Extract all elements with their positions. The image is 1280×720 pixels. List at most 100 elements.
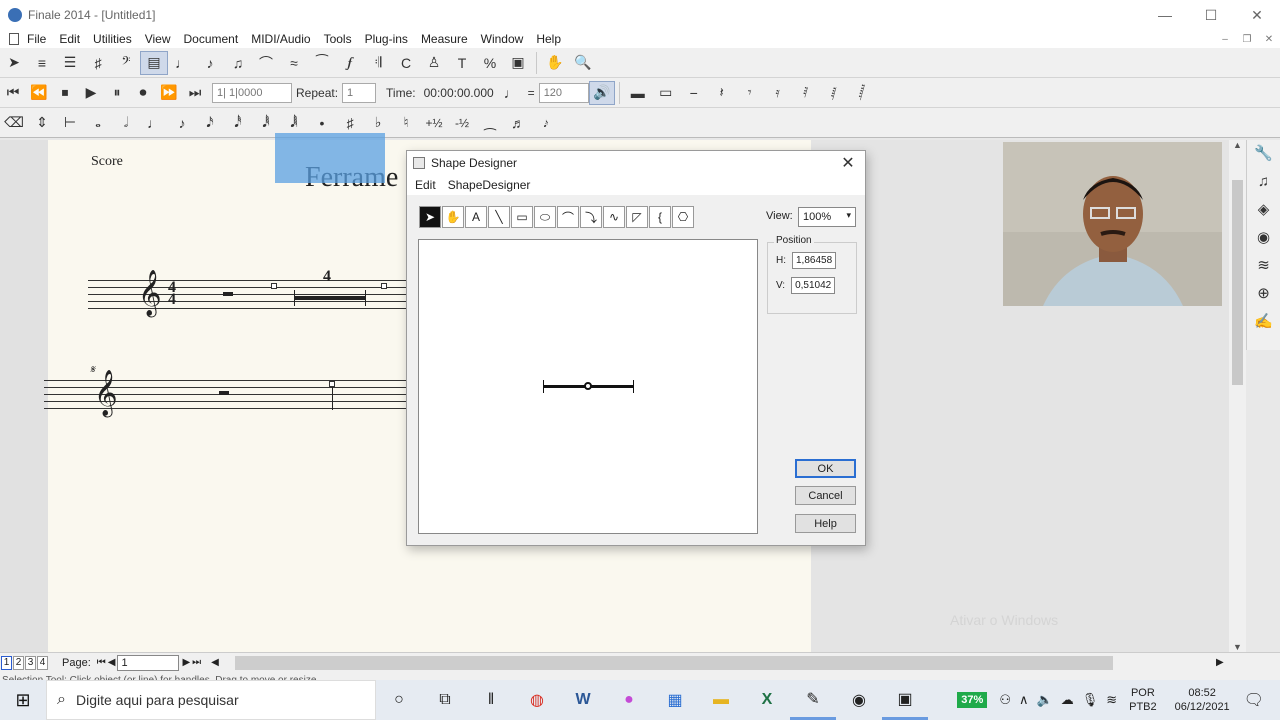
bracket-icon[interactable]: { — [649, 206, 671, 228]
fast-forward-icon[interactable]: ⏩ — [156, 81, 182, 105]
taskbar-search-box[interactable]: ⌕ Digite aqui para pesquisar — [46, 680, 376, 720]
layer-1-tab[interactable]: 1 — [1, 655, 12, 670]
whole-note-icon[interactable]: 𝅝 — [84, 111, 112, 135]
help-button[interactable]: Help — [795, 514, 856, 533]
horizontal-scroll-thumb[interactable] — [235, 656, 1113, 670]
view-zoom-select[interactable]: 100% ▾ — [798, 207, 856, 227]
people-icon[interactable]: ⚇ — [999, 692, 1011, 708]
half-rest-mark[interactable] — [223, 292, 233, 296]
chrome-icon[interactable]: ◍ — [514, 680, 560, 720]
rewind-icon[interactable]: ⏪ — [26, 81, 52, 105]
time-signature-tool-icon[interactable]: ▤ — [140, 50, 168, 75]
scroll-right-icon[interactable]: ▶ — [1216, 657, 1224, 668]
menu-document[interactable]: Document — [184, 32, 239, 46]
mdi-close-icon[interactable]: ✕ — [1258, 30, 1280, 48]
rest-icon[interactable]: − — [680, 81, 708, 105]
layer-4-tab[interactable]: 4 — [37, 655, 48, 670]
selection-handle-right[interactable] — [381, 283, 387, 289]
file-explorer-icon[interactable]: ▬ — [698, 680, 744, 720]
measure-selection-highlight[interactable] — [275, 133, 385, 183]
zoom-icon[interactable]: 🔍 — [569, 51, 597, 75]
minimize-icon[interactable]: — — [1142, 0, 1188, 30]
flip-stem-icon[interactable]: ⇕ — [28, 111, 56, 135]
menu-measure[interactable]: Measure — [421, 32, 468, 46]
document-icon[interactable] — [9, 33, 19, 45]
slash-grace-note-icon[interactable]: 𝆔 — [532, 111, 560, 135]
selection-handle-left[interactable] — [271, 283, 277, 289]
v-position-field[interactable]: 0,51042 — [791, 277, 836, 294]
page-number-input[interactable]: 1 — [117, 654, 180, 671]
scroll-down-icon[interactable]: ▼ — [1229, 642, 1246, 652]
forward-to-end-icon[interactable]: ⏭ — [182, 81, 208, 105]
language-indicator[interactable]: POR PTB2 — [1129, 686, 1157, 714]
mdi-restore-icon[interactable]: ❐ — [1236, 30, 1258, 48]
staff-styles-icon[interactable]: ≋ — [1247, 252, 1280, 280]
vertical-scrollbar[interactable]: ▲ ▼ — [1229, 140, 1246, 652]
multimeasure-rest-bar[interactable] — [294, 296, 366, 300]
excel-icon[interactable]: X — [744, 680, 790, 720]
play-icon[interactable]: ▶ — [78, 81, 104, 105]
half-rest-mark-staff-2[interactable] — [219, 391, 229, 395]
next-page-icon[interactable]: ▶ — [182, 657, 190, 668]
graphics-tool-icon[interactable]: ◉ — [1247, 224, 1280, 252]
repeat-select[interactable]: 1 — [342, 82, 377, 103]
menu-view[interactable]: View — [145, 32, 171, 46]
sixteenth-rest-icon[interactable]: 𝄿 — [764, 81, 792, 105]
arc-icon[interactable]: ⌒ — [557, 206, 579, 228]
maximize-icon[interactable]: ☐ — [1188, 0, 1234, 30]
cloud-icon[interactable]: ☁ — [1061, 692, 1074, 708]
key-signature-tool-icon[interactable]: ♯ — [84, 51, 112, 75]
rectangle-icon[interactable]: ▭ — [511, 206, 533, 228]
chord-tool-icon[interactable]: C — [392, 51, 420, 75]
arrow-select-icon[interactable]: ➤ — [419, 206, 441, 228]
hand-grabber-icon[interactable]: ✋ — [541, 51, 569, 75]
wrench-icon[interactable]: 🔧 — [1247, 140, 1280, 168]
hundred-twenty-eighth-rest-icon[interactable]: 𝅂 — [848, 81, 876, 105]
sixty-fourth-rest-icon[interactable]: 𝅁 — [820, 81, 848, 105]
sixteenth-note-icon[interactable]: 𝅘𝅥𝅯 — [196, 111, 224, 135]
barline-handle[interactable] — [329, 381, 335, 387]
line-icon[interactable]: ╲ — [488, 206, 510, 228]
lyrics-special-icon[interactable]: ✍ — [1247, 308, 1280, 336]
speaker-icon[interactable]: 🔊 — [588, 80, 615, 105]
menu-help[interactable]: Help — [536, 32, 561, 46]
tuplet-icon[interactable]: ⊢ — [56, 111, 84, 135]
rewind-to-start-icon[interactable]: ⏮ — [0, 81, 26, 105]
record-icon[interactable]: ⏺ — [130, 81, 156, 105]
shape-canvas[interactable] — [418, 239, 758, 534]
scroll-left-icon[interactable]: ◀ — [211, 657, 219, 668]
tie-icon[interactable]: ⁔ — [476, 111, 504, 135]
resize-tool-icon[interactable]: % — [476, 51, 504, 75]
articulation-tool-icon[interactable]: ⁀ — [308, 51, 336, 75]
treble-clef-staff-1[interactable]: 𝄞 — [138, 270, 162, 316]
selection-tool-icon[interactable]: ➤ — [0, 51, 28, 75]
windows-start-icon[interactable]: ⊞ — [0, 680, 46, 720]
ellipse-icon[interactable]: ⬭ — [534, 206, 556, 228]
clef-tool-icon[interactable]: 𝄢 — [112, 51, 140, 75]
microphone-icon[interactable]: 🎙 — [1082, 692, 1099, 708]
treble-clef-staff-2[interactable]: 𝄞 — [94, 370, 118, 416]
grace-note-icon[interactable]: ♬ — [504, 111, 532, 135]
menu-plug-ins[interactable]: Plug-ins — [365, 32, 408, 46]
pause-icon[interactable]: ⏸ — [104, 81, 130, 105]
last-page-icon[interactable]: ⏭ — [192, 657, 201, 668]
speedy-entry-tool-icon[interactable]: ♪ — [196, 51, 224, 75]
first-page-icon[interactable]: ⏮ — [97, 657, 106, 668]
slur-icon[interactable]: ⎔ — [672, 206, 694, 228]
eighth-rest-icon[interactable]: 𝄾 — [736, 81, 764, 105]
calculator-icon[interactable]: ▦ — [652, 680, 698, 720]
whole-rest-icon[interactable]: ▬ — [624, 81, 652, 105]
repeat-tool-icon[interactable]: 𝄇 — [364, 51, 392, 75]
menu-window[interactable]: Window — [481, 32, 524, 46]
quarter-note-icon[interactable]: ♩ — [140, 111, 168, 135]
lyrics-tool-icon[interactable]: ♙ — [420, 51, 448, 75]
shape-designer-taskbar-icon[interactable]: ▣ — [882, 680, 928, 720]
sharp-icon[interactable]: ♯ — [336, 111, 364, 135]
lower-half-step-button[interactable]: -½ — [448, 111, 476, 135]
menu-file[interactable]: File — [27, 32, 46, 46]
hundred-twenty-eighth-note-icon[interactable]: 𝅘𝅥𝅲 — [280, 111, 308, 135]
dialog-menu-edit[interactable]: Edit — [415, 178, 436, 192]
expression-tool-icon[interactable]: 𝆑 — [336, 51, 364, 75]
word-icon[interactable]: W — [560, 680, 606, 720]
note-mover-icon[interactable]: ♫ — [1247, 168, 1280, 196]
